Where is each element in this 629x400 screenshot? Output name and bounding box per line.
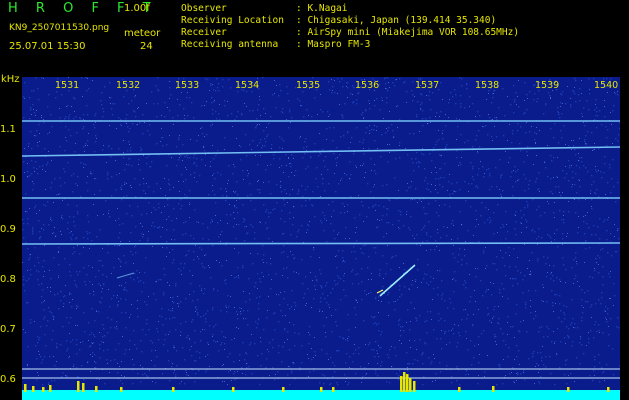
faint-echo [116, 272, 135, 279]
meteor-echo-head [376, 289, 384, 294]
signal-spike [49, 385, 52, 392]
x-tick-label: 1536 [355, 80, 380, 91]
carrier-trace [22, 242, 620, 245]
app-version: 1.00f [124, 3, 150, 14]
signal-spike [120, 387, 123, 392]
signal-spike [32, 386, 35, 392]
y-tick-label: 0.9 [0, 224, 16, 235]
signal-spike [77, 381, 80, 392]
file-name: KN9_2507011530.png [9, 23, 110, 33]
signal-spike [282, 387, 285, 392]
signal-spike [567, 387, 570, 392]
y-tick-label: 0.8 [0, 274, 16, 285]
signal-spike [95, 386, 98, 392]
axis-unit-label: kHz [1, 74, 20, 85]
x-tick-label: 1531 [55, 80, 80, 91]
signal-spike [409, 378, 412, 392]
signal-spike [320, 387, 323, 392]
signal-spike [403, 372, 406, 392]
signal-spike [82, 383, 85, 392]
spectrogram-canvas [22, 77, 620, 400]
x-tick-label: 1534 [235, 80, 260, 91]
signal-spike [406, 374, 409, 392]
signal-spike [607, 387, 610, 392]
signal-spike [42, 387, 45, 392]
meteor-count: 24 [140, 41, 153, 52]
header-panel: H R O F F T 1.00f KN9_2507011530.png met… [0, 0, 629, 76]
x-tick-label: 1532 [116, 80, 141, 91]
observer-label: Observer [181, 3, 227, 14]
signal-spike [458, 387, 461, 392]
antenna-label: Receiving antenna [181, 39, 279, 50]
y-tick-label: 1.1 [0, 124, 16, 135]
signal-spike [172, 387, 175, 392]
observer-value: : K.Nagai [296, 3, 348, 14]
spectrogram-plot [22, 77, 620, 400]
signal-spike [232, 387, 235, 392]
x-tick-label: 1533 [175, 80, 200, 91]
y-tick-label: 0.7 [0, 324, 16, 335]
y-tick-label: 0.6 [0, 374, 16, 385]
date-time: 25.07.01 15:30 [9, 41, 86, 52]
signal-spike [492, 386, 495, 392]
signal-spike [400, 376, 403, 392]
x-tick-label: 1538 [475, 80, 500, 91]
antenna-value: : Maspro FM-3 [296, 39, 371, 50]
receiver-value: : AirSpy mini (Miakejima VOR 108.65MHz) [296, 27, 520, 38]
signal-spike [413, 381, 416, 392]
meteor-label: meteor [124, 28, 161, 39]
noise-texture [22, 77, 620, 386]
x-tick-label: 1539 [535, 80, 560, 91]
y-tick-label: 1.0 [0, 174, 16, 185]
x-tick-label: 1540 [594, 80, 619, 91]
signal-spike [332, 387, 335, 392]
location-value: : Chigasaki, Japan (139.414 35.340) [296, 15, 497, 26]
plot-right-border [620, 77, 629, 400]
x-tick-label: 1535 [296, 80, 321, 91]
location-label: Receiving Location [181, 15, 284, 26]
x-tick-label: 1537 [415, 80, 440, 91]
noise-highlights [22, 77, 618, 385]
signal-spike [24, 384, 27, 392]
receiver-label: Receiver [181, 27, 227, 38]
meteor-echo [379, 264, 416, 297]
